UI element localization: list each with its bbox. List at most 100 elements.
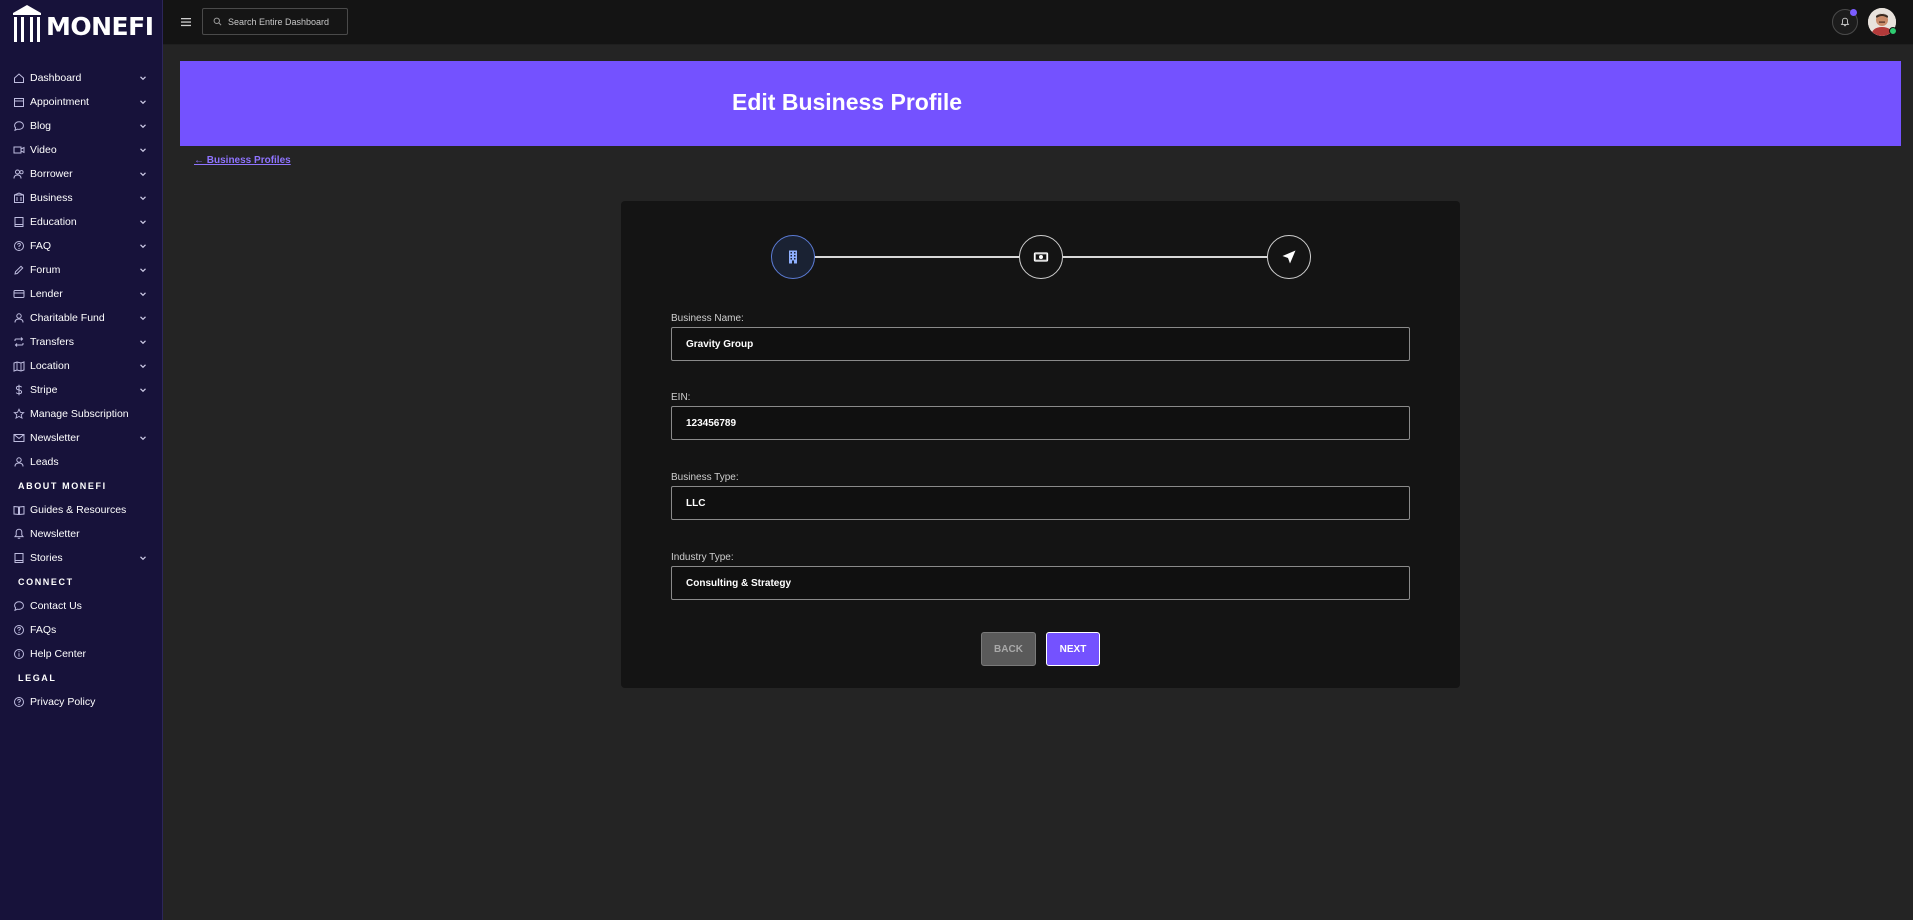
sidebar-item-stories[interactable]: Stories <box>0 546 163 570</box>
business-type-input[interactable] <box>686 497 1386 509</box>
sidebar-item-label: Location <box>30 360 70 372</box>
business-name-input[interactable] <box>686 338 1386 350</box>
ein-box[interactable] <box>671 406 1410 440</box>
business-type-box[interactable] <box>671 486 1410 520</box>
chevron-down-icon <box>140 172 146 177</box>
chevron-down-icon <box>140 340 146 345</box>
next-button[interactable]: NEXT <box>1046 632 1100 666</box>
page-header-banner: Edit Business Profile <box>180 61 1901 146</box>
page-title: Edit Business Profile <box>732 89 963 115</box>
send-icon <box>1282 250 1296 264</box>
topbar <box>163 0 1913 45</box>
sidebar-item-label: Guides & Resources <box>30 504 127 516</box>
business-name-field: Business Name: <box>671 313 1410 361</box>
sidebar-item-borrower[interactable]: Borrower <box>0 162 163 186</box>
menu-icon[interactable] <box>180 15 192 27</box>
step-2-financials[interactable] <box>1019 235 1063 279</box>
bell-icon <box>13 528 25 540</box>
sidebar-item-label: FAQ <box>30 240 52 252</box>
business-type-label: Business Type: <box>671 472 739 483</box>
back-button[interactable]: BACK <box>981 632 1036 666</box>
sidebar-item-business[interactable]: Business <box>0 186 163 210</box>
sidebar-item-leads[interactable]: Leads <box>0 450 163 474</box>
sidebar-item-location[interactable]: Location <box>0 354 163 378</box>
sidebar-item-lender[interactable]: Lender <box>0 282 163 306</box>
sidebar-item-faqs[interactable]: FAQs <box>0 618 163 642</box>
sidebar-item-help-center[interactable]: Help Center <box>0 642 163 666</box>
sidebar-item-forum[interactable]: Forum <box>0 258 163 282</box>
search-input[interactable] <box>228 16 338 27</box>
sidebar-item-appointment[interactable]: Appointment <box>0 90 163 114</box>
sidebar-item-label: Transfers <box>30 336 74 348</box>
help-circle-icon <box>13 240 25 252</box>
sidebar-item-manage-subscription[interactable]: Manage Subscription <box>0 402 163 426</box>
sidebar-item-newsletter[interactable]: Newsletter <box>0 426 163 450</box>
step-1-business-info[interactable] <box>771 235 815 279</box>
chevron-down-icon <box>140 100 146 105</box>
logo[interactable]: MONEFI <box>0 0 162 52</box>
sidebar-item-label: Forum <box>30 264 61 276</box>
sidebar-nav: Dashboard Appointment Blog Video Borrower Bus… <box>0 66 163 714</box>
industry-type-box[interactable] <box>671 566 1410 600</box>
help-circle-icon <box>13 696 25 708</box>
map-icon <box>13 360 25 372</box>
chevron-down-icon <box>140 220 146 225</box>
calendar-icon <box>13 96 25 108</box>
help-circle-icon <box>13 624 25 636</box>
info-icon <box>13 648 25 660</box>
chevron-down-icon <box>140 148 146 153</box>
industry-type-input[interactable] <box>686 577 1386 589</box>
sidebar-item-label: Appointment <box>30 96 89 108</box>
step-3-submit[interactable] <box>1267 235 1311 279</box>
book-open-icon <box>13 504 25 516</box>
bell-icon <box>1840 17 1850 27</box>
chevron-down-icon <box>140 124 146 129</box>
sidebar-item-dashboard[interactable]: Dashboard <box>0 66 163 90</box>
sidebar-item-blog[interactable]: Blog <box>0 114 163 138</box>
sidebar-item-stripe[interactable]: Stripe <box>0 378 163 402</box>
mail-icon <box>13 432 25 444</box>
building-icon <box>13 192 25 204</box>
sidebar-item-education[interactable]: Education <box>0 210 163 234</box>
back-to-business-profiles-link[interactable]: ← Business Profiles <box>194 155 291 166</box>
chevron-down-icon <box>140 364 146 369</box>
sidebar-item-label: Manage Subscription <box>30 408 129 420</box>
ein-field: EIN: <box>671 392 1410 440</box>
sidebar-item-label: Stories <box>30 552 63 564</box>
user-icon <box>13 456 25 468</box>
notifications-button[interactable] <box>1832 9 1858 35</box>
stepper-line <box>1063 256 1267 258</box>
pen-icon <box>13 264 25 276</box>
sidebar-section-heading: LEGAL <box>18 673 57 683</box>
sidebar-item-label: Contact Us <box>30 600 82 612</box>
ein-input[interactable] <box>686 417 1386 429</box>
home-icon <box>13 72 25 84</box>
sidebar-item-video[interactable]: Video <box>0 138 163 162</box>
chevron-down-icon <box>140 268 146 273</box>
chevron-down-icon <box>140 436 146 441</box>
dollar-icon <box>13 384 25 396</box>
business-name-label: Business Name: <box>671 313 744 324</box>
sidebar-item-transfers[interactable]: Transfers <box>0 330 163 354</box>
chevron-down-icon <box>140 244 146 249</box>
chevron-down-icon <box>140 556 146 561</box>
industry-type-field: Industry Type: <box>671 552 1410 600</box>
sidebar-item-charitable-fund[interactable]: Charitable Fund <box>0 306 163 330</box>
sidebar-item-label: Lender <box>30 288 63 300</box>
sidebar-item-privacy-policy[interactable]: Privacy Policy <box>0 690 163 714</box>
business-name-box[interactable] <box>671 327 1410 361</box>
cash-icon <box>1033 252 1049 262</box>
credit-card-icon <box>13 288 25 300</box>
star-icon <box>13 408 25 420</box>
sidebar-item-faq[interactable]: FAQ <box>0 234 163 258</box>
search-box[interactable] <box>202 8 348 35</box>
chevron-down-icon <box>140 196 146 201</box>
sidebar-item-label: Newsletter <box>30 432 80 444</box>
edit-profile-card: Business Name: EIN: Business Type: Indus… <box>621 201 1460 688</box>
sidebar-item-newsletter[interactable]: Newsletter <box>0 522 163 546</box>
sidebar-item-label: Help Center <box>30 648 87 660</box>
sidebar-item-label: Education <box>30 216 77 228</box>
sidebar-item-contact-us[interactable]: Contact Us <box>0 594 163 618</box>
sidebar-item-guides-and-resources[interactable]: Guides & Resources <box>0 498 163 522</box>
sidebar-item-label: FAQs <box>30 624 57 636</box>
